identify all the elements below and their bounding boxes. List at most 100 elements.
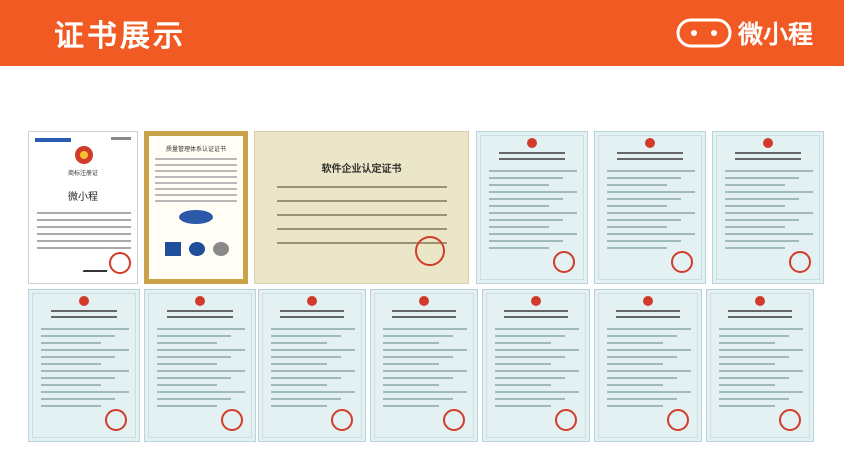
certificate-text-line xyxy=(719,356,789,358)
certificate-text-line xyxy=(383,363,439,365)
page-title: 证书展示 xyxy=(54,19,186,54)
certificate-heading-line xyxy=(735,158,801,160)
certificate-text-line xyxy=(157,384,217,386)
certificate-text-line xyxy=(725,219,799,221)
certificate-text-line xyxy=(489,191,577,193)
certificate-text-line xyxy=(271,405,327,407)
certificate-text-line xyxy=(495,398,565,400)
trademark-header-bar xyxy=(35,138,71,142)
certificate-heading-line xyxy=(392,316,456,318)
national-emblem-icon xyxy=(531,296,541,306)
brand: 微小程 xyxy=(676,17,813,49)
software-enterprise-title: 软件企业认定证书 xyxy=(321,164,402,175)
certificate-text-line xyxy=(41,328,129,330)
certificate-text-line xyxy=(41,363,101,365)
certificate-text-line xyxy=(719,335,789,337)
certificate-text-line xyxy=(607,212,695,214)
certificate-heading-line xyxy=(735,152,801,154)
certificate-text-line xyxy=(489,233,577,235)
certificate-heading-line xyxy=(280,316,344,318)
red-seal-icon xyxy=(553,251,575,273)
certificate-text-line xyxy=(495,349,579,351)
certificate-text-line xyxy=(607,240,681,242)
certificate-heading-line xyxy=(51,316,117,318)
software-copyright-certificate xyxy=(370,289,478,442)
certificate-text-line xyxy=(607,177,681,179)
certificate-text-line xyxy=(41,342,101,344)
red-seal-icon xyxy=(789,251,811,273)
certificate-text-line xyxy=(41,356,115,358)
certificate-text-line xyxy=(607,247,667,249)
certificate-text-line xyxy=(607,405,663,407)
certificate-text-line xyxy=(725,247,785,249)
certificate-text-line xyxy=(489,219,563,221)
certificate-text-line xyxy=(607,398,677,400)
red-seal-icon xyxy=(555,409,577,431)
software-copyright-certificate xyxy=(28,289,140,442)
certificate-text-line xyxy=(383,370,467,372)
red-seal-icon xyxy=(109,252,131,274)
certificate-heading-line xyxy=(167,310,233,312)
certificate-text-line xyxy=(607,356,677,358)
certificate-text-line xyxy=(489,177,563,179)
certificate-text-line xyxy=(725,205,785,207)
quality-certificate-title: 质量管理体系认证证书 xyxy=(165,146,226,153)
certificate-text-line xyxy=(725,191,813,193)
certificate-text-line xyxy=(607,184,667,186)
certificate-text-line xyxy=(725,177,799,179)
certificate-text-line xyxy=(489,184,549,186)
accreditation-logo-icon xyxy=(165,242,181,256)
certificate-text-line xyxy=(489,205,549,207)
certificate-heading-line xyxy=(499,158,565,160)
red-seal-icon xyxy=(221,409,243,431)
trademark-mark-word: 微小程 xyxy=(68,192,98,203)
certificate-text-line xyxy=(383,405,439,407)
trademark-certificate: 商标注册证 微小程 xyxy=(28,131,138,284)
red-seal-icon xyxy=(443,409,465,431)
certificate-text-line xyxy=(41,335,115,337)
quality-management-certificate: 质量管理体系认证证书 xyxy=(144,131,248,284)
software-enterprise-certificate: 软件企业认定证书 xyxy=(254,131,469,284)
certificate-text-line xyxy=(489,226,549,228)
certificate-text-line xyxy=(607,391,691,393)
certificate-heading-line xyxy=(51,310,117,312)
certificate-text-line xyxy=(495,363,551,365)
software-copyright-certificate xyxy=(712,131,824,284)
certificate-text-line xyxy=(383,398,453,400)
national-emblem-icon xyxy=(755,296,765,306)
certificate-text-line xyxy=(383,335,453,337)
certificate-heading-line xyxy=(617,152,683,154)
certificate-text-line xyxy=(607,219,681,221)
certificate-text-line xyxy=(271,328,355,330)
certificate-heading-line xyxy=(504,310,568,312)
certificate-text-line xyxy=(271,356,341,358)
certificate-text-line xyxy=(719,349,803,351)
cnas-logo-icon xyxy=(213,242,229,256)
certificate-text-line xyxy=(383,377,453,379)
software-copyright-certificate xyxy=(706,289,814,442)
certificate-text-line xyxy=(725,184,785,186)
red-seal-icon xyxy=(671,251,693,273)
software-copyright-certificate xyxy=(476,131,588,284)
certificate-text-line xyxy=(489,198,563,200)
certificate-text-line xyxy=(41,391,129,393)
certificate-text-line xyxy=(607,328,691,330)
certificate-text-line xyxy=(719,391,803,393)
national-emblem-icon xyxy=(527,138,537,148)
national-emblem-icon xyxy=(419,296,429,306)
certificate-text-line xyxy=(495,405,551,407)
certificate-text-line xyxy=(725,170,813,172)
certificate-heading-line xyxy=(167,316,233,318)
software-copyright-certificate xyxy=(258,289,366,442)
certificate-text-line xyxy=(41,349,129,351)
certificate-text-line xyxy=(719,342,775,344)
certificate-text-line xyxy=(495,335,565,337)
certificate-text-line xyxy=(607,377,677,379)
certificate-text-line xyxy=(607,233,695,235)
certificate-text-line xyxy=(495,370,579,372)
certificate-text-line xyxy=(719,363,775,365)
certificate-text-line xyxy=(495,391,579,393)
certificate-text-line xyxy=(41,384,101,386)
certificate-text-line xyxy=(157,391,245,393)
red-seal-icon xyxy=(105,409,127,431)
